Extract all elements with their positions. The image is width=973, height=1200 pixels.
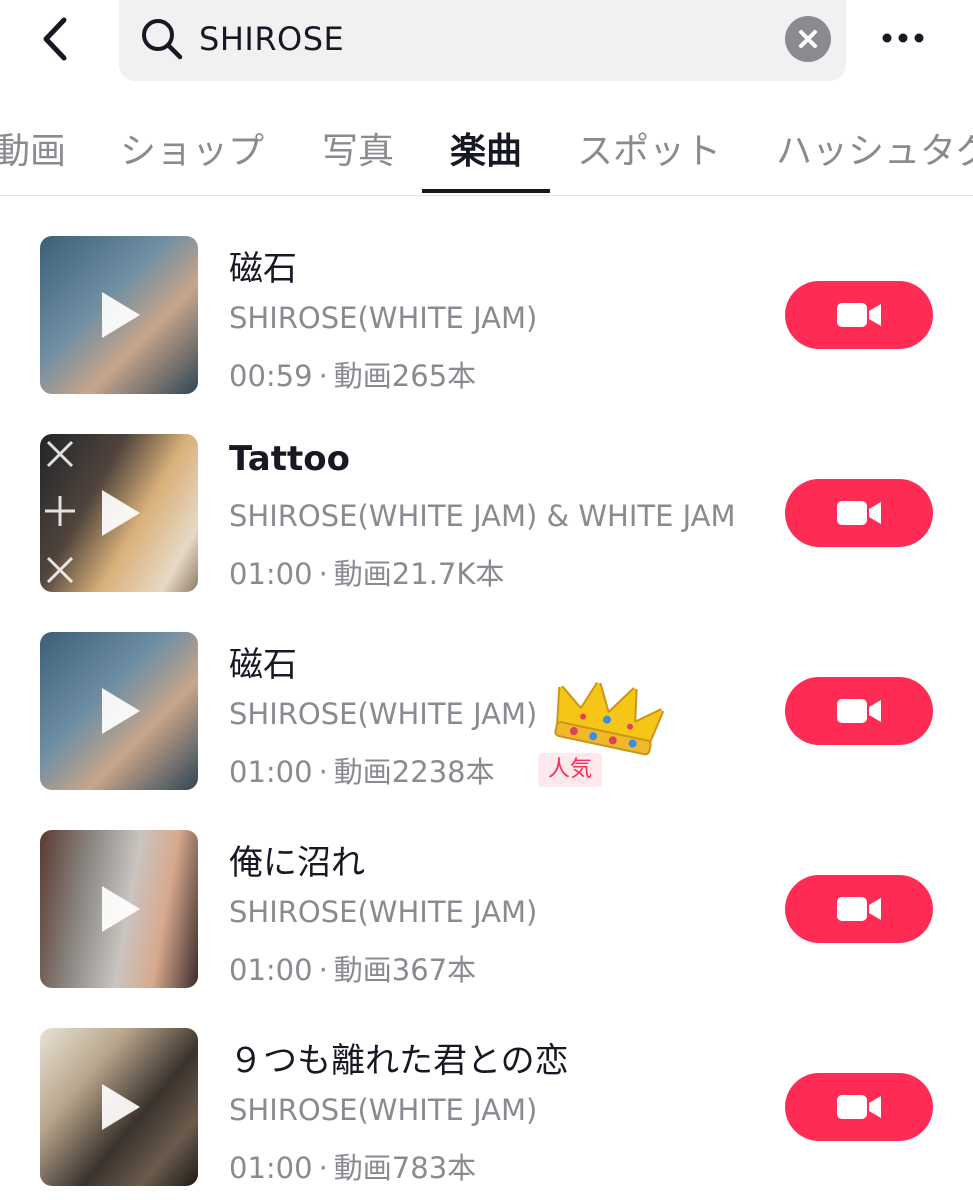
search-category-tabs: 動画 ショップ 写真 楽曲 スポット ハッシュタグ xyxy=(0,96,973,196)
use-sound-button[interactable] xyxy=(785,677,933,745)
sound-duration: 01:00 xyxy=(229,755,313,789)
search-icon xyxy=(142,19,183,60)
play-icon xyxy=(102,1084,140,1130)
clear-search-button[interactable] xyxy=(785,16,831,62)
popular-badge: 人気 xyxy=(538,753,603,787)
more-options-button[interactable] xyxy=(878,20,928,56)
sound-title: 磁石 xyxy=(229,249,297,289)
sound-title: 俺に沼れ xyxy=(229,843,365,883)
sound-row[interactable]: 磁石 SHIROSE(WHITE JAM) 00:59 · 動画265本 xyxy=(0,197,973,395)
sound-artist: SHIROSE(WHITE JAM) xyxy=(229,301,538,335)
top-bar xyxy=(0,0,973,96)
sound-title: ９つも離れた君との恋 xyxy=(229,1041,569,1081)
album-cover xyxy=(40,632,198,790)
separator: · xyxy=(318,755,328,789)
separator: · xyxy=(318,953,328,987)
sound-video-count: 動画2238本 xyxy=(333,755,495,789)
sound-duration: 01:00 xyxy=(229,953,313,987)
sound-artist: SHIROSE(WHITE JAM) & WHITE JAM xyxy=(229,499,736,533)
back-button[interactable] xyxy=(34,14,78,64)
sound-video-count: 動画265本 xyxy=(333,359,477,393)
sound-artist: SHIROSE(WHITE JAM) xyxy=(229,1093,538,1127)
sound-row[interactable]: 俺に沼れ SHIROSE(WHITE JAM) 01:00 · 動画367本 xyxy=(0,791,973,989)
chevron-left-icon xyxy=(43,17,67,61)
sound-row[interactable]: ９つも離れた君との恋 SHIROSE(WHITE JAM) 01:00 · 動画78… xyxy=(0,989,973,1187)
close-icon xyxy=(799,30,817,48)
search-bar[interactable] xyxy=(119,0,846,81)
tab-shop[interactable]: ショップ xyxy=(120,122,264,174)
sound-duration: 00:59 xyxy=(229,359,313,393)
active-tab-indicator xyxy=(422,189,550,193)
sound-meta: 01:00 · 動画367本 xyxy=(229,947,476,989)
use-sound-button[interactable] xyxy=(785,875,933,943)
play-icon xyxy=(102,292,140,338)
sound-meta: 01:00 · 動画783本 xyxy=(229,1145,476,1187)
sound-video-count: 動画367本 xyxy=(333,953,477,987)
album-cover xyxy=(40,236,198,394)
video-camera-icon xyxy=(837,1095,881,1119)
play-icon xyxy=(45,440,140,584)
separator: · xyxy=(318,1151,328,1185)
use-sound-button[interactable] xyxy=(785,479,933,547)
sound-meta: 01:00 · 動画2238本 xyxy=(229,749,495,791)
sound-title: 磁石 xyxy=(229,645,297,685)
sound-artist: SHIROSE(WHITE JAM) xyxy=(229,895,538,929)
sound-meta: 01:00 · 動画21.7K本 xyxy=(229,551,504,593)
sound-video-count: 動画783本 xyxy=(333,1151,477,1185)
separator: · xyxy=(318,359,328,393)
sound-row[interactable]: 磁石 SHIROSE(WHITE JAM) 01:00 · 動画2238本 人気 xyxy=(0,593,973,791)
video-camera-icon xyxy=(837,303,881,327)
album-cover xyxy=(40,1028,198,1186)
more-dots-icon xyxy=(882,33,924,43)
tab-hashtags[interactable]: ハッシュタグ xyxy=(776,122,973,174)
separator: · xyxy=(318,557,328,591)
tab-videos[interactable]: 動画 xyxy=(0,122,66,174)
sound-title: Tattoo xyxy=(229,439,350,479)
video-camera-icon xyxy=(837,897,881,921)
tab-sounds[interactable]: 楽曲 xyxy=(450,122,522,174)
tab-places[interactable]: スポット xyxy=(577,122,721,174)
tab-photos[interactable]: 写真 xyxy=(322,122,394,174)
use-sound-button[interactable] xyxy=(785,281,933,349)
sound-video-count: 動画21.7K本 xyxy=(333,557,505,591)
sound-duration: 01:00 xyxy=(229,1151,313,1185)
video-camera-icon xyxy=(837,501,881,525)
video-camera-icon xyxy=(837,699,881,723)
album-cover xyxy=(40,434,198,592)
search-input[interactable] xyxy=(199,14,759,64)
play-icon xyxy=(102,688,140,734)
play-icon xyxy=(102,886,140,932)
album-cover xyxy=(40,830,198,988)
sound-duration: 01:00 xyxy=(229,557,313,591)
sound-meta: 00:59 · 動画265本 xyxy=(229,353,476,395)
crown-icon xyxy=(554,675,668,756)
use-sound-button[interactable] xyxy=(785,1073,933,1141)
sound-row[interactable]: Tattoo SHIROSE(WHITE JAM) & WHITE JAM 01… xyxy=(0,395,973,593)
